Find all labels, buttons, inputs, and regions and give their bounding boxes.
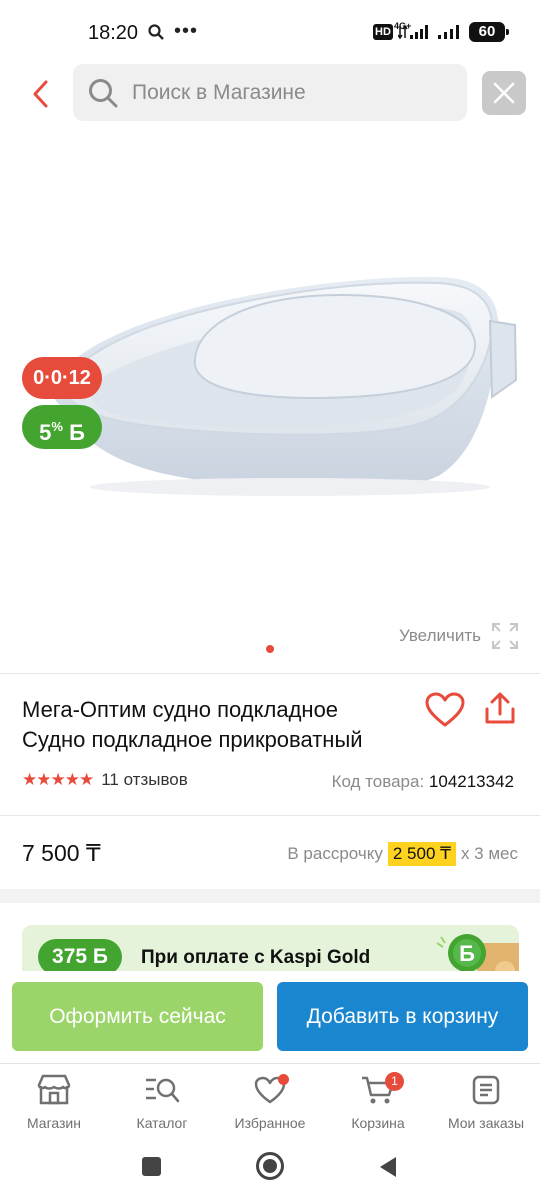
price: 7 500 ₸ [22,840,101,866]
battery-icon: 60 [469,22,509,42]
installment-suffix: х 3 мес [460,844,518,863]
search-input[interactable] [132,80,432,105]
expand-icon [492,623,518,649]
tab-label: Избранное [234,1115,306,1131]
bottom-tab-bar: Магазин Каталог Избранное 1 Корзина Мои … [0,1063,540,1138]
installment-amount: 2 500 ₸ [387,842,456,866]
kaspi-gold-banner[interactable]: 375 Б При оплате с Kaspi Gold Б [22,925,519,971]
sku-value: 104213342 [428,772,514,791]
sku-label: Код товара: [331,772,425,791]
close-icon [493,82,515,104]
notification-dot [278,1074,289,1085]
favorite-button[interactable] [425,692,465,733]
signal-icon-2 [436,24,462,45]
tab-label: Корзина [351,1115,405,1131]
hd-icon: HD [373,24,393,40]
installment-info[interactable]: В рассрочку 2 500 ₸ х 3 мес [287,842,518,866]
store-icon [37,1074,71,1105]
product-title-line1: Мега-Оптим судно подкладное [22,697,339,722]
divider [0,673,540,674]
tab-catalog[interactable]: Каталог [108,1072,216,1131]
divider [0,815,540,816]
svg-text:Б: Б [459,941,475,966]
search-box[interactable] [73,64,467,121]
product-title-line2: Судно подкладное прикроватный [22,727,363,752]
tab-orders[interactable]: Мои заказы [432,1072,540,1131]
share-icon [485,692,515,724]
tab-favorites[interactable]: Избранное [216,1072,324,1131]
catalog-search-icon [146,1078,180,1103]
product-title: Мега-Оптим судно подкладное Судно подкла… [22,695,422,755]
status-more-icon: ••• [174,20,199,42]
system-nav-bar [0,1138,540,1200]
recent-apps-button[interactable] [142,1157,161,1176]
back-button[interactable] [22,76,58,112]
bonus-badge: 5% Б [22,405,102,449]
tab-cart[interactable]: 1 Корзина [324,1072,432,1131]
bonus-badge-percent: 5 [39,420,52,445]
home-button[interactable] [256,1152,284,1180]
status-bar: 18:20 ••• HD 4G+ 60 [0,0,540,64]
buy-now-button[interactable]: Оформить сейчас [12,982,263,1051]
zoom-button[interactable]: Увеличить [399,622,519,650]
share-button[interactable] [484,692,516,731]
cta-area: Оформить сейчас Добавить в корзину [0,971,540,1063]
status-time: 18:20 [88,22,139,44]
kaspi-gold-text: При оплате с Kaspi Gold [141,947,371,968]
tab-store[interactable]: Магазин [0,1072,108,1131]
sku: Код товара: 104213342 [332,772,514,792]
bonus-badge-sup: % [51,419,63,434]
cart-count-badge: 1 [385,1072,404,1091]
timer-badge: 0·0·12 [22,357,102,399]
installment-prefix: В рассрочку [287,844,383,863]
bonus-badge-currency: Б [69,420,85,445]
heart-icon [425,692,465,727]
bonus-pill: 375 Б [38,939,122,971]
tab-label: Магазин [26,1115,81,1131]
product-image[interactable] [20,135,520,500]
zoom-label: Увеличить [399,626,481,645]
chevron-left-icon [33,80,48,108]
back-triangle-icon[interactable] [378,1155,398,1179]
add-to-cart-button[interactable]: Добавить в корзину [277,982,528,1051]
rating-stars-icon: ★★★★★ [22,770,94,789]
kaspi-coin-icon: Б [436,934,519,971]
rating-row[interactable]: ★★★★★ 11 отзывов [22,770,188,790]
tab-label: Каталог [136,1115,188,1131]
reviews-link[interactable]: 11 отзывов [101,770,188,790]
search-icon [89,78,118,107]
status-search-icon [148,24,164,45]
close-button[interactable] [482,71,526,115]
top-search-bar [0,64,540,124]
tab-label: Мои заказы [447,1115,525,1131]
signal-icon [397,24,430,45]
orders-icon [472,1075,500,1105]
gallery-pagination-dot[interactable] [266,645,274,653]
section-separator [0,889,540,903]
